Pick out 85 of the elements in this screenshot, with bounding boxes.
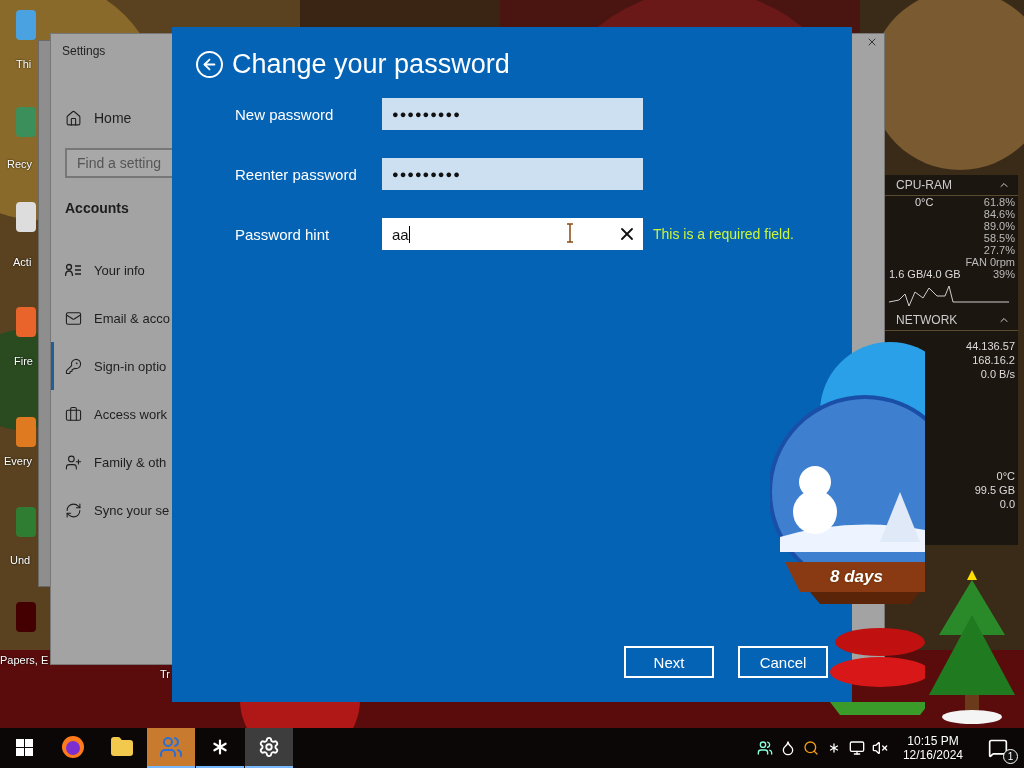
gadget-title: CPU-RAM [896, 178, 952, 192]
gadget-reading: 44.136.57 [966, 339, 1016, 353]
mail-icon [65, 309, 82, 327]
text-field[interactable]: aa [382, 218, 643, 250]
app-icon[interactable] [16, 305, 36, 339]
gadget-reading: 0.0 B/s [980, 367, 1016, 381]
nav-item[interactable]: Email & acco [51, 294, 170, 342]
nav-item[interactable]: Access work [51, 390, 167, 438]
nav-label: Email & acco [94, 310, 170, 326]
nav-item[interactable]: Family & oth [51, 438, 167, 486]
nav-item[interactable]: Sync your se [51, 486, 170, 534]
browser-icon [61, 735, 85, 759]
clock-time: 10:15 PM [907, 734, 959, 748]
clock-date: 12/16/2024 [902, 748, 963, 762]
nav-label: Family & oth [94, 454, 167, 470]
desktop-icon-label[interactable]: Recy [7, 158, 33, 170]
key-icon [65, 357, 82, 375]
gadget-reading: 99.5 GB [974, 483, 1016, 497]
next-button[interactable]: Next [624, 646, 714, 678]
desktop-icon-label[interactable]: Every [4, 455, 33, 467]
folder-icon [110, 735, 134, 759]
desktop-icon-label[interactable]: Und [10, 554, 31, 566]
gadget-reading: 168.16.2 [972, 353, 1016, 367]
home-icon [65, 109, 82, 127]
nav-label: Your info [94, 262, 145, 278]
dialog-title: Change your password [232, 48, 510, 80]
gadget-reading: 0°C [914, 196, 934, 208]
password-field[interactable]: ●●●●●●●●● [382, 158, 643, 190]
desktop-icon-label[interactable]: Thi [16, 58, 32, 70]
gadget-reading: 61.8% [983, 196, 1015, 208]
back-button[interactable] [196, 50, 223, 78]
windows-icon [15, 738, 33, 756]
gadget-reading: 89.0% [983, 220, 1015, 232]
desktop-icon-label[interactable]: Acti [13, 256, 32, 268]
gadget-reading: 58.5% [983, 232, 1015, 244]
section-title: Accounts [65, 200, 129, 216]
nav-label: Access work [94, 406, 167, 422]
app-icon[interactable] [16, 200, 36, 234]
tray-button[interactable] [848, 740, 865, 756]
gadget-reading: 27.7% [983, 244, 1015, 256]
gadget-reading: 0°C [996, 469, 1016, 483]
tray-button[interactable] [802, 740, 819, 756]
gadget-reading: 39% [992, 268, 1015, 280]
field-label: New password [235, 105, 335, 123]
text-cursor-icon [566, 223, 574, 243]
network-icon [848, 740, 865, 756]
gadget-title: NETWORK [896, 313, 958, 327]
sync-icon [65, 501, 82, 519]
cancel-button[interactable]: Cancel [738, 646, 828, 678]
taskbar-app[interactable] [245, 728, 293, 768]
nav-item[interactable]: Sign-in optio [51, 342, 167, 390]
gadget-reading: 0.0 [999, 497, 1016, 511]
app-icon[interactable] [16, 415, 36, 449]
days-counter: 8 days [830, 567, 883, 587]
user-add-icon [65, 453, 82, 471]
nav-item[interactable]: Your info [51, 246, 145, 294]
clock[interactable]: 10:15 PM 12/16/2024 [902, 734, 963, 762]
home-link[interactable]: Home [65, 94, 132, 142]
message-icon [988, 738, 1008, 758]
error-message: This is a required field. [653, 226, 794, 242]
notification-button[interactable]: 1 [980, 728, 1020, 768]
nav-label: Sync your se [94, 502, 170, 518]
desktop-icon-label[interactable]: Fire [14, 355, 33, 367]
field-label: Reenter password [235, 165, 358, 183]
people-icon [756, 740, 773, 756]
desktop-icon-label[interactable]: Tr [160, 668, 170, 680]
volume-muted-icon [871, 740, 888, 756]
contact-icon [65, 263, 82, 277]
gadget-reading: FAN 0rpm [965, 256, 1015, 268]
search-icon [802, 740, 819, 756]
password-field[interactable]: ●●●●●●●●● [382, 98, 643, 130]
home-label: Home [94, 110, 132, 126]
tray-button[interactable] [756, 740, 773, 756]
settings-icon [258, 736, 280, 758]
briefcase-icon [65, 405, 82, 423]
field-label: Password hint [235, 225, 331, 243]
gadget-reading: 84.6% [983, 208, 1015, 220]
desktop-icon-label[interactable]: Papers, E [0, 654, 49, 666]
nav-label: Sign-in optio [94, 358, 167, 374]
close-icon[interactable] [866, 36, 878, 48]
notification-count: 1 [1003, 749, 1018, 764]
people-icon [159, 735, 183, 759]
tray-button[interactable] [871, 740, 888, 756]
gadget-reading: 1.6 GB/4.0 GB [889, 268, 961, 280]
window-title: Settings [62, 44, 106, 58]
